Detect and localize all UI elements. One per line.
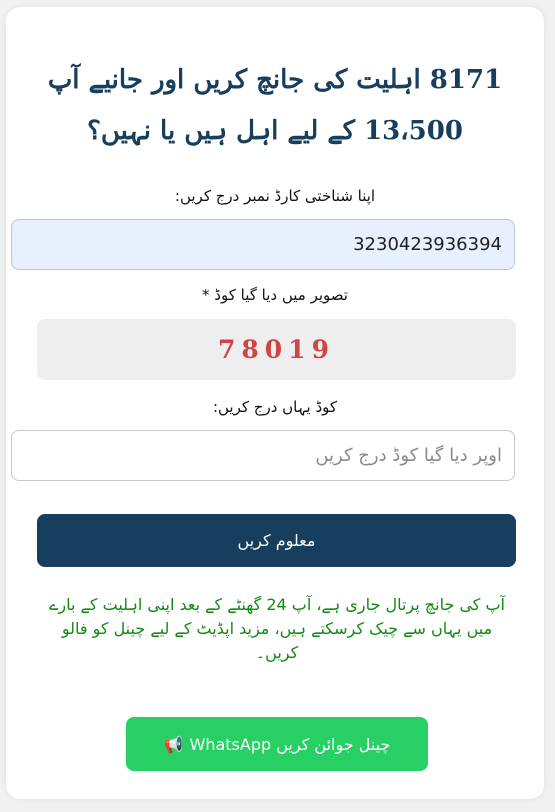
megaphone-icon: 📢 (163, 734, 184, 754)
cnic-label: اپنا شناختی کارڈ نمبر درج کریں: (174, 187, 376, 205)
cnic-input[interactable] (11, 219, 515, 270)
submit-button[interactable]: معلوم کریں (37, 514, 516, 567)
captcha-code-input[interactable] (11, 430, 515, 481)
captcha-label: تصویر میں دیا گیا کوڈ * (202, 286, 348, 304)
page-title-line-1: 8171 اہلیت کی جانچ کریں اور جانیے آپ (47, 65, 503, 95)
code-entry-label: کوڈ یہاں درج کریں: (212, 398, 338, 416)
whatsapp-join-label: WhatsApp چینل جوائن کریں (189, 734, 391, 754)
eligibility-form-card: 8171 اہلیت کی جانچ کریں اور جانیے آپ 13،… (6, 7, 544, 799)
page-title-line-2: 13،500 کے لیے اہل ہیں یا نہیں؟ (87, 116, 463, 146)
whatsapp-join-button[interactable]: 📢 WhatsApp چینل جوائن کریں (126, 717, 428, 771)
status-message: آپ کی جانچ پرتال جاری ہے، آپ 24 گھنٹے کے… (49, 595, 505, 662)
captcha-code-display: 78019 (37, 319, 516, 380)
